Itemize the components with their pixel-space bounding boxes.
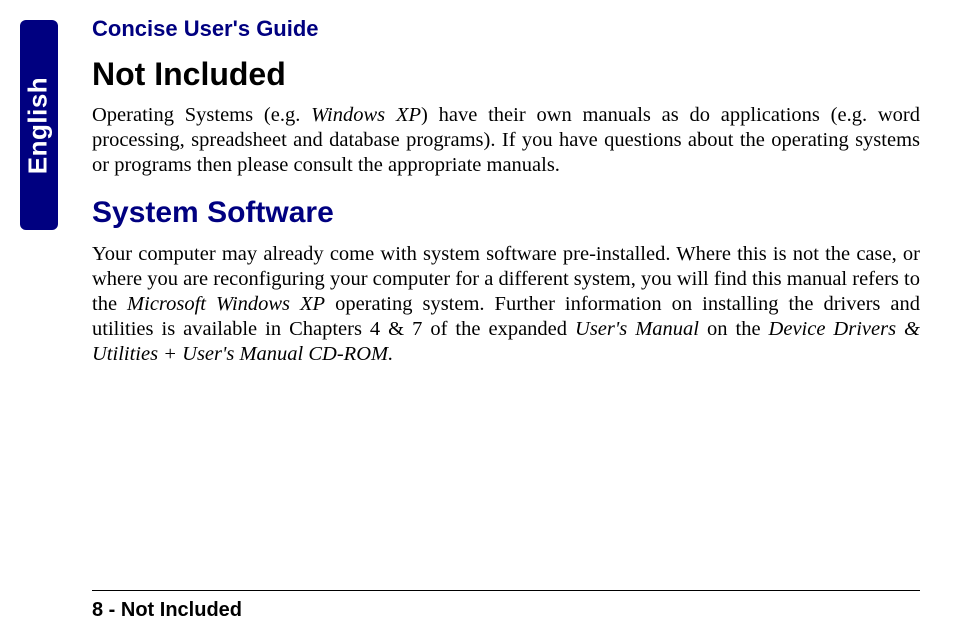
text-run-italic: User's Manual	[575, 318, 699, 340]
section-title-not-included: Not Included	[92, 52, 920, 103]
document-page: English Concise User's Guide Not Include…	[0, 0, 960, 642]
section-title-system-software: System Software	[92, 182, 920, 242]
page-footer: 8 - Not Included	[92, 590, 920, 622]
text-run: on the	[699, 318, 769, 340]
text-run-italic: Microsoft Windows XP	[127, 293, 325, 315]
language-label: English	[23, 41, 54, 211]
page-header: Concise User's Guide	[92, 10, 920, 52]
paragraph-system-software: Your computer may already come with syst…	[92, 242, 920, 367]
language-tab: English	[20, 20, 58, 230]
paragraph-not-included: Operating Systems (e.g. Windows XP) have…	[92, 103, 920, 178]
text-run-italic: Windows XP	[311, 104, 421, 126]
text-run: Operating Systems (e.g.	[92, 104, 311, 126]
